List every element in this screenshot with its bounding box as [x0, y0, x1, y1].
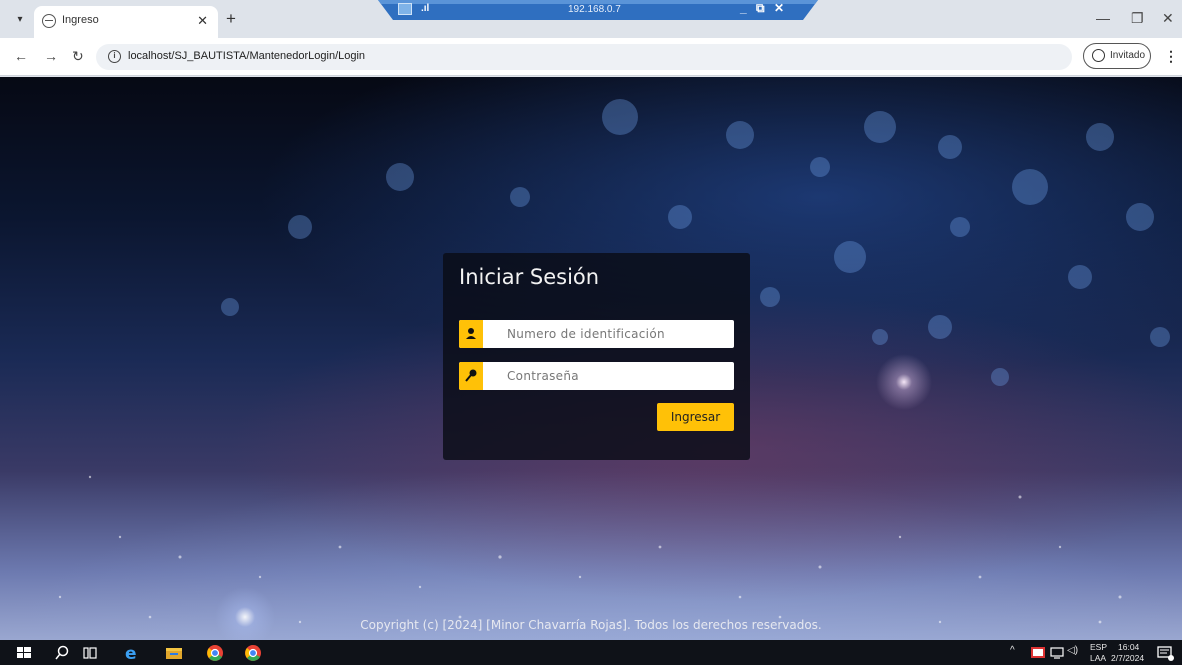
- tab-ingreso[interactable]: Ingreso ✕: [34, 6, 218, 38]
- key-icon: [459, 362, 483, 390]
- internet-explorer-icon[interactable]: e: [122, 643, 142, 663]
- user-icon-graphic: [466, 328, 476, 339]
- incognito-icon: [1092, 49, 1105, 62]
- clock-time[interactable]: 16:04: [1118, 642, 1139, 652]
- window-close-icon[interactable]: ✕: [1162, 10, 1174, 27]
- globe-icon: [42, 14, 56, 28]
- id-field: [459, 320, 734, 348]
- new-tab-button[interactable]: +: [226, 9, 236, 29]
- notifications-icon[interactable]: [1156, 643, 1176, 663]
- browser-toolbar: ← → ↻ i localhost/SJ_BAUTISTA/Mantenedor…: [0, 38, 1182, 76]
- remote-minimize-icon[interactable]: _: [740, 1, 747, 15]
- file-explorer-icon[interactable]: [164, 643, 184, 663]
- site-info-icon[interactable]: i: [108, 50, 121, 63]
- browser-titlebar: ▾ Ingreso ✕ + .ıl 192.168.0.7 _ ⧉ ✕ — ❐ …: [0, 0, 1182, 38]
- windows-taskbar: e ^ ◁) ESP LAA 16:04 2/7/2024: [0, 640, 1182, 665]
- language-code[interactable]: ESP: [1090, 642, 1107, 652]
- svg-text:e: e: [125, 644, 137, 663]
- tab-title: Ingreso: [62, 14, 99, 26]
- security-alert-icon[interactable]: [1030, 643, 1050, 663]
- copyright-text: Copyright (c) [2024] [Minor Chavarría Ro…: [360, 618, 822, 632]
- task-view-icon[interactable]: [80, 643, 100, 663]
- profile-label: Invitado: [1110, 50, 1146, 61]
- user-icon: [459, 320, 483, 348]
- network-icon[interactable]: [1049, 643, 1069, 663]
- login-page: Iniciar Sesión Ingresar Copyright (c) [2…: [0, 77, 1182, 640]
- remote-desktop-bar: .ıl 192.168.0.7 _ ⧉ ✕: [378, 0, 818, 20]
- remote-address: 192.168.0.7: [568, 4, 621, 15]
- search-icon[interactable]: [52, 643, 72, 663]
- identification-input[interactable]: [483, 320, 734, 348]
- login-submit-button[interactable]: Ingresar: [657, 403, 734, 431]
- clock-date[interactable]: 2/7/2024: [1111, 653, 1144, 663]
- address-bar[interactable]: i localhost/SJ_BAUTISTA/MantenedorLogin/…: [96, 44, 1072, 70]
- back-arrow-icon[interactable]: ←: [14, 48, 28, 64]
- remote-close-icon[interactable]: ✕: [774, 1, 784, 15]
- minimize-icon[interactable]: —: [1096, 10, 1110, 26]
- forward-arrow-icon[interactable]: →: [44, 48, 58, 64]
- chrome-active-icon[interactable]: [243, 643, 263, 663]
- login-title: Iniciar Sesión: [459, 265, 600, 289]
- password-field: [459, 362, 734, 390]
- login-card: Iniciar Sesión Ingresar: [443, 253, 750, 460]
- language-variant[interactable]: LAA: [1090, 653, 1106, 663]
- maximize-icon[interactable]: ❐: [1131, 10, 1144, 27]
- more-menu-icon[interactable]: ⋮: [1164, 48, 1178, 65]
- connection-signal-icon: .ıl: [421, 3, 430, 14]
- key-icon-graphic: [465, 369, 477, 382]
- volume-icon[interactable]: ◁): [1067, 645, 1078, 656]
- chevron-up-icon[interactable]: ^: [1010, 645, 1015, 656]
- close-tab-icon[interactable]: ✕: [197, 13, 208, 29]
- tab-search-icon[interactable]: ▾: [12, 12, 28, 28]
- reload-icon[interactable]: ↻: [72, 48, 84, 65]
- windows-start-icon[interactable]: [14, 643, 34, 663]
- chrome-icon[interactable]: [205, 643, 225, 663]
- password-input[interactable]: [483, 362, 734, 390]
- profile-button[interactable]: Invitado: [1083, 43, 1151, 69]
- url-text[interactable]: localhost/SJ_BAUTISTA/MantenedorLogin/Lo…: [128, 50, 365, 62]
- remote-restore-icon[interactable]: ⧉: [756, 1, 765, 16]
- pin-icon[interactable]: [398, 3, 412, 15]
